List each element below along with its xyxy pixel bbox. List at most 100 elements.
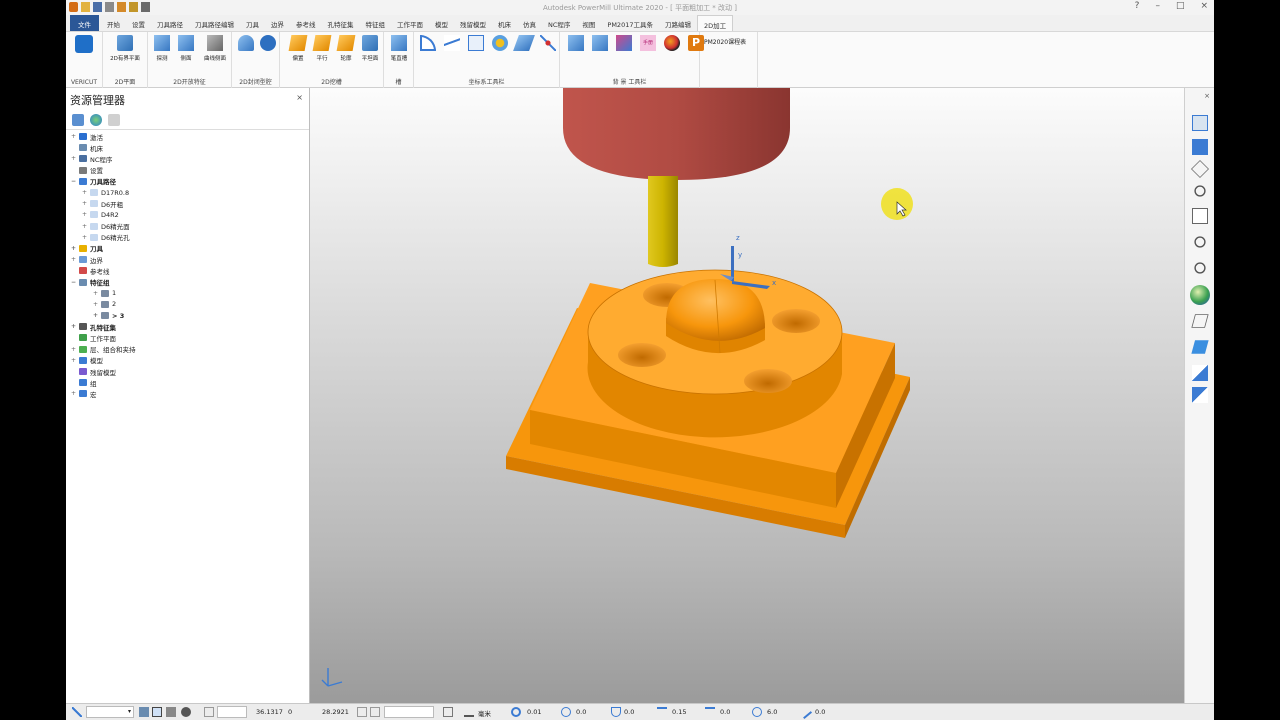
zoom-box-icon[interactable]	[1194, 236, 1206, 248]
tree-node[interactable]: − 刀具路径	[70, 176, 309, 187]
cursor-select-icon[interactable]	[1192, 387, 1208, 403]
tree-node[interactable]: +2	[70, 299, 309, 310]
probe-button[interactable]: 探测	[150, 35, 174, 62]
tree-node[interactable]: 设置	[70, 165, 309, 176]
tree-node[interactable]: + D6开粗	[70, 198, 309, 209]
tree-node[interactable]: − 特征组	[70, 276, 309, 287]
bg-button-3[interactable]	[612, 35, 636, 51]
wp-plane-button[interactable]	[512, 35, 536, 51]
shaded-view-icon[interactable]	[1190, 285, 1210, 305]
tree-expander-icon[interactable]: +	[70, 256, 77, 263]
tree-node[interactable]: + 边界	[70, 254, 309, 265]
tree-expander-icon[interactable]: +	[92, 312, 99, 319]
tree-node[interactable]: + > 3	[70, 310, 309, 321]
tab-9[interactable]: 特征组	[360, 15, 392, 31]
tab-18[interactable]: 刀路编辑	[659, 15, 697, 31]
tree-node[interactable]: 工作平面	[70, 332, 309, 343]
side-button[interactable]: 侧面	[174, 35, 198, 62]
tree-expander-icon[interactable]: +	[92, 301, 99, 308]
view-iso-icon[interactable]	[1192, 115, 1208, 131]
tree-node[interactable]: + 宏	[70, 388, 309, 399]
tree-node[interactable]: + D17R0.8	[70, 187, 309, 198]
zoom-icon[interactable]	[1194, 185, 1206, 197]
view-front-icon[interactable]	[1192, 139, 1208, 155]
tree-expander-icon[interactable]: +	[70, 357, 77, 364]
manual-button[interactable]: 手册	[636, 35, 660, 51]
document-icon[interactable]	[1192, 208, 1208, 224]
closed-slot-button[interactable]	[256, 35, 280, 51]
tab-8[interactable]: 孔特征集	[322, 15, 360, 31]
frame-icon[interactable]	[370, 707, 380, 717]
profile-button[interactable]: 轮廓	[334, 35, 358, 62]
lock-icon[interactable]	[181, 707, 191, 717]
tab-2[interactable]: 设置	[126, 15, 151, 31]
wp-arc-button[interactable]	[416, 35, 440, 51]
tab-6[interactable]: 边界	[265, 15, 290, 31]
tab-16[interactable]: 视图	[576, 15, 601, 31]
help-icon[interactable]: ?	[1135, 1, 1140, 11]
tree-expander-icon[interactable]: +	[70, 346, 77, 353]
zoom-out-icon[interactable]	[1194, 262, 1206, 274]
tab-10[interactable]: 工作平面	[391, 15, 429, 31]
straight-slot-button[interactable]: 笔直槽	[387, 35, 411, 62]
explorer-close-button[interactable]: ×	[296, 93, 303, 102]
bg-button-1[interactable]	[564, 35, 588, 51]
angle-icon[interactable]	[797, 704, 813, 720]
tree-node[interactable]: + 激活	[70, 131, 309, 142]
frame-icon[interactable]	[204, 707, 214, 717]
tree-node[interactable]: + 模型	[70, 355, 309, 366]
tree-view-icon[interactable]	[72, 114, 84, 126]
tree-node[interactable]: + D6精光孔	[70, 232, 309, 243]
tree-node[interactable]: + D4R2	[70, 209, 309, 220]
vericut-button[interactable]	[72, 35, 96, 53]
tree-node[interactable]: + D6精光面	[70, 221, 309, 232]
parallel-button[interactable]: 平行	[310, 35, 334, 62]
minimize-button[interactable]: –	[1155, 1, 1160, 11]
tree-node[interactable]: 组	[70, 377, 309, 388]
graphics-viewport[interactable]: z y x 前	[310, 88, 1184, 703]
trash-icon[interactable]	[108, 114, 120, 126]
tab-5[interactable]: 刀具	[240, 15, 265, 31]
tree-expander-icon[interactable]: +	[81, 211, 88, 218]
tree-node[interactable]: 参考线	[70, 265, 309, 276]
bg-button-5[interactable]	[660, 35, 684, 51]
toolbar-close-button[interactable]: ×	[1204, 92, 1210, 100]
tab-0[interactable]: 文件	[70, 15, 99, 31]
tree-node[interactable]: +1	[70, 288, 309, 299]
calc-icon[interactable]	[443, 707, 453, 717]
tab-7[interactable]: 参考线	[290, 15, 322, 31]
tree-expander-icon[interactable]: +	[70, 155, 77, 162]
tab-14[interactable]: 仿真	[517, 15, 542, 31]
layer-dropdown[interactable]: ▾	[86, 706, 134, 718]
tree-expander-icon[interactable]: +	[70, 390, 77, 397]
wp-origin-button[interactable]	[488, 35, 512, 51]
tab-19[interactable]: 2D加工	[696, 15, 734, 31]
tree-expander-icon[interactable]: +	[81, 200, 88, 207]
tree-node[interactable]: 机床	[70, 142, 309, 153]
tab-17[interactable]: PM2017工具条	[601, 15, 659, 31]
stepover-icon[interactable]	[657, 707, 667, 717]
tree-node[interactable]: + 孔特征集	[70, 321, 309, 332]
stepdown-icon[interactable]	[705, 707, 715, 717]
tab-15[interactable]: NC程序	[542, 15, 576, 31]
line-icon[interactable]	[72, 707, 82, 717]
wireframe-icon[interactable]	[1191, 314, 1209, 328]
select-icon[interactable]	[1192, 365, 1208, 381]
tree-expander-icon[interactable]: +	[70, 133, 77, 140]
tree-node[interactable]: + 刀具	[70, 243, 309, 254]
tool-axis-icon[interactable]	[611, 707, 621, 717]
tab-3[interactable]: 刀具路径	[151, 15, 189, 31]
flat-face-button[interactable]: 平坦面	[358, 35, 382, 62]
tree-expander-icon[interactable]: +	[70, 245, 77, 252]
tree-expander-icon[interactable]: +	[81, 223, 88, 230]
course-button[interactable]: PM2020课程表	[704, 37, 746, 46]
coord-box[interactable]	[217, 706, 247, 718]
anchor-icon[interactable]	[166, 707, 176, 717]
frame-icon[interactable]	[357, 707, 367, 717]
bg-button-2[interactable]	[588, 35, 612, 51]
tree-expander-icon[interactable]: +	[81, 189, 88, 196]
tolerance-icon[interactable]	[511, 707, 521, 717]
stock-icon[interactable]	[561, 707, 571, 717]
wp-line-button[interactable]	[440, 35, 464, 51]
tree-expander-icon[interactable]: −	[70, 279, 77, 286]
